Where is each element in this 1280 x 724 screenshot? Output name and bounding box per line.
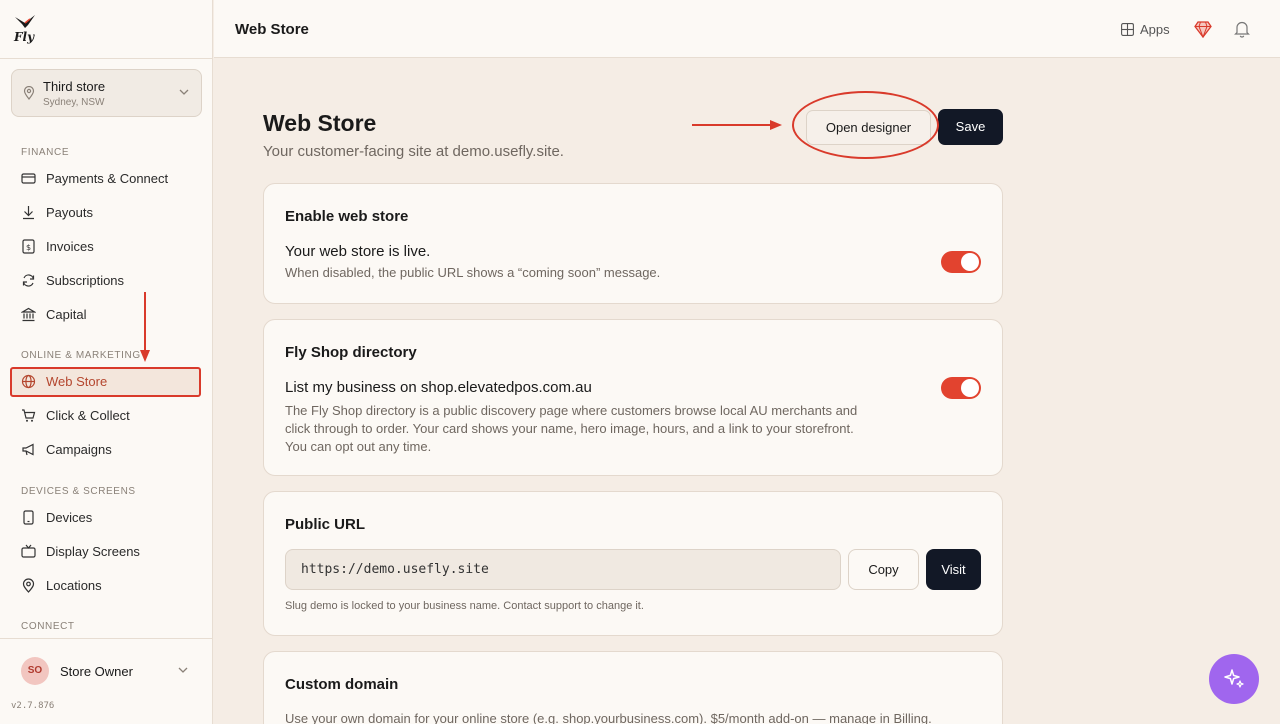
sidebar-item-label: Capital <box>46 307 87 322</box>
setting-title: List my business on shop.elevatedpos.com… <box>285 379 592 396</box>
slug-note: Slug demo is locked to your business nam… <box>285 600 644 612</box>
store-location: Sydney, NSW <box>43 97 105 108</box>
store-picker[interactable]: Third store Sydney, NSW <box>11 69 202 117</box>
setting-description-line: You can opt out any time. <box>285 439 432 454</box>
sidebar-item-subscriptions[interactable]: Subscriptions <box>10 266 201 296</box>
bank-icon <box>21 307 36 322</box>
sidebar-item-capital[interactable]: Capital <box>10 300 201 330</box>
sidebar-item-label: Campaigns <box>46 442 112 457</box>
avatar[interactable]: SO <box>21 657 49 685</box>
visit-button[interactable]: Visit <box>926 549 981 590</box>
section-label-devices-screens: DEVICES & SCREENS <box>21 486 136 497</box>
section-label-connect: CONNECT <box>21 621 75 632</box>
card-title: Fly Shop directory <box>285 344 417 361</box>
store-name: Third store <box>43 79 106 94</box>
setting-description-line: The Fly Shop directory is a public disco… <box>285 403 858 418</box>
setting-description: When disabled, the public URL shows a “c… <box>285 265 661 280</box>
page-subtitle: Your customer-facing site at demo.usefly… <box>263 143 564 160</box>
sidebar-item-label: Display Screens <box>46 544 140 559</box>
enable-web-store-card: Enable web store Your web store is live.… <box>263 183 1003 304</box>
app-version: v2.7.876 <box>11 701 55 711</box>
divider <box>0 638 213 639</box>
credit-card-icon <box>21 173 36 184</box>
page-title: Web Store <box>263 110 377 136</box>
grid-icon <box>1121 23 1134 36</box>
annotation-circle <box>792 91 939 159</box>
topbar-title: Web Store <box>235 21 309 38</box>
sidebar-item-payments-connect[interactable]: Payments & Connect <box>10 164 201 194</box>
apps-label: Apps <box>1140 22 1170 37</box>
public-url-card: Public URL https://demo.usefly.site Copy… <box>263 491 1003 636</box>
card-title: Custom domain <box>285 676 399 693</box>
sidebar-item-web-store[interactable]: Web Store <box>10 367 201 397</box>
sidebar-item-campaigns[interactable]: Campaigns <box>10 435 201 465</box>
user-name[interactable]: Store Owner <box>60 664 133 679</box>
billing-link[interactable]: Billing <box>893 711 928 724</box>
card-title: Public URL <box>285 516 366 533</box>
card-title: Enable web store <box>285 208 409 225</box>
megaphone-icon <box>22 443 34 456</box>
save-button[interactable]: Save <box>938 109 1003 145</box>
sidebar-item-invoices[interactable]: $ Invoices <box>10 232 201 262</box>
description-end: . <box>928 711 932 724</box>
directory-listing-toggle[interactable] <box>941 377 981 399</box>
globe-icon <box>21 374 36 389</box>
bell-icon[interactable] <box>1234 20 1250 38</box>
svg-text:$: $ <box>26 243 31 252</box>
sidebar-item-label: Invoices <box>46 239 94 254</box>
sidebar-item-label: Subscriptions <box>46 273 125 288</box>
toggle-knob <box>961 253 979 271</box>
sidebar-item-label: Click & Collect <box>46 408 130 423</box>
topbar: Web Store Apps <box>214 0 1280 58</box>
sidebar-item-label: Payouts <box>46 205 93 220</box>
tablet-icon <box>23 510 34 525</box>
tv-icon <box>21 544 36 558</box>
enable-web-store-toggle[interactable] <box>941 251 981 273</box>
sidebar-item-locations[interactable]: Locations <box>10 571 201 601</box>
dollar-doc-icon: $ <box>22 239 35 254</box>
gem-icon[interactable] <box>1194 21 1212 38</box>
custom-domain-description: Use your own domain for your online stor… <box>285 710 932 724</box>
download-icon <box>23 206 34 220</box>
fly-shop-directory-card: Fly Shop directory List my business on s… <box>263 319 1003 476</box>
annotation-arrow-right <box>692 120 782 130</box>
sidebar-item-label: Locations <box>46 578 102 593</box>
sidebar-item-devices[interactable]: Devices <box>10 503 201 533</box>
copy-button[interactable]: Copy <box>848 549 919 590</box>
description-text: Use your own domain for your online stor… <box>285 711 894 724</box>
setting-title: Your web store is live. <box>285 243 431 260</box>
section-label-online-marketing: ONLINE & MARKETING <box>21 350 141 361</box>
sidebar-item-label: Payments & Connect <box>46 171 169 186</box>
sparkle-icon <box>1224 669 1244 688</box>
sidebar-item-payouts[interactable]: Payouts <box>10 198 201 228</box>
brand-logo-text: Fly <box>14 30 35 44</box>
chevron-down-icon[interactable] <box>178 666 188 674</box>
map-pin-icon <box>23 86 35 100</box>
chevron-down-icon <box>179 89 189 95</box>
sidebar: Fly Third store Sydney, NSW FINANCE Paym… <box>0 0 213 724</box>
map-pin-icon <box>22 578 35 593</box>
ai-assistant-button[interactable] <box>1209 654 1259 704</box>
sidebar-item-click-collect[interactable]: Click & Collect <box>10 401 201 431</box>
setting-description-line: click through to order. Your card shows … <box>285 421 854 436</box>
refresh-icon <box>22 274 35 287</box>
divider <box>0 58 213 59</box>
cart-icon <box>22 409 36 422</box>
sidebar-item-label: Web Store <box>46 374 108 389</box>
sidebar-item-label: Devices <box>46 510 93 525</box>
toggle-knob <box>961 379 979 397</box>
public-url-field[interactable]: https://demo.usefly.site <box>285 549 841 590</box>
sidebar-item-display-screens[interactable]: Display Screens <box>10 537 201 567</box>
section-label-finance: FINANCE <box>21 147 70 158</box>
custom-domain-card: Custom domain Use your own domain for yo… <box>263 651 1003 724</box>
